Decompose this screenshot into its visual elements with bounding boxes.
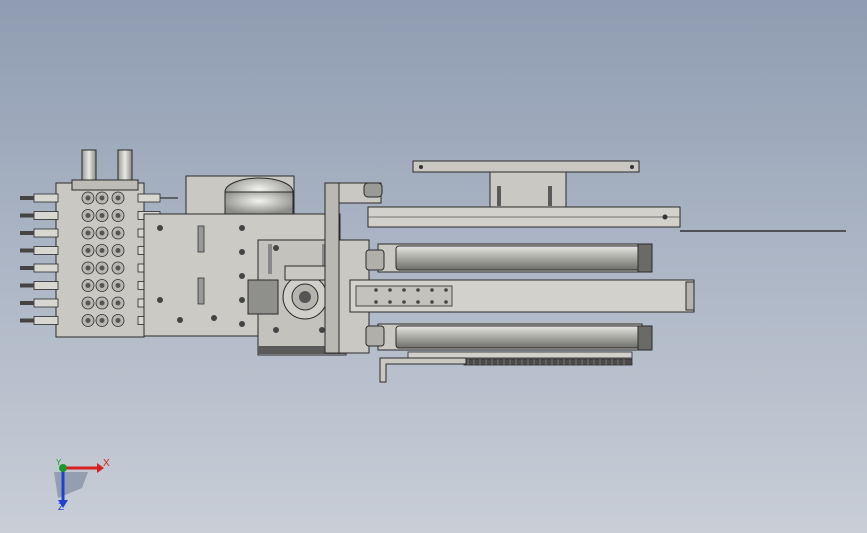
triad-y-label: Y: [56, 458, 62, 467]
mount-hole: [239, 321, 245, 327]
mount-hole: [273, 245, 279, 251]
mount-hole: [239, 249, 245, 255]
upper-slide-rail: [367, 206, 846, 232]
cad-model-view[interactable]: [0, 0, 867, 533]
triad-x-label: X: [103, 458, 110, 469]
slide-hole: [416, 288, 420, 292]
slide-hole: [402, 300, 406, 304]
slide-hole: [416, 300, 420, 304]
mount-hole: [239, 225, 245, 231]
lower-racks: [379, 351, 633, 383]
slide-hole: [402, 288, 406, 292]
lower-cylinder: [365, 323, 653, 351]
pneumatic-tubes: [81, 149, 133, 185]
middle-slide-plate: [349, 279, 695, 313]
slide-hole: [430, 288, 434, 292]
slide-hole: [374, 288, 378, 292]
mount-hole: [239, 273, 245, 279]
mount-hole: [177, 317, 183, 323]
triad-z-label: Z: [58, 502, 65, 513]
slide-hole: [444, 300, 448, 304]
slide-hole: [374, 300, 378, 304]
rotary-drum: [185, 175, 295, 217]
graphics-viewport[interactable]: X Y Z: [0, 0, 867, 533]
slide-hole: [430, 300, 434, 304]
upper-cylinder: [365, 243, 653, 273]
slide-hole: [444, 288, 448, 292]
mount-hole: [157, 297, 163, 303]
top-mount-bracket: [412, 160, 640, 209]
mount-hole: [319, 327, 325, 333]
valve-row: [20, 191, 178, 205]
mount-hole: [273, 327, 279, 333]
mount-hole: [239, 297, 245, 303]
slide-hole: [388, 288, 392, 292]
mount-hole: [157, 225, 163, 231]
mount-hole: [211, 315, 217, 321]
slide-hole: [388, 300, 392, 304]
